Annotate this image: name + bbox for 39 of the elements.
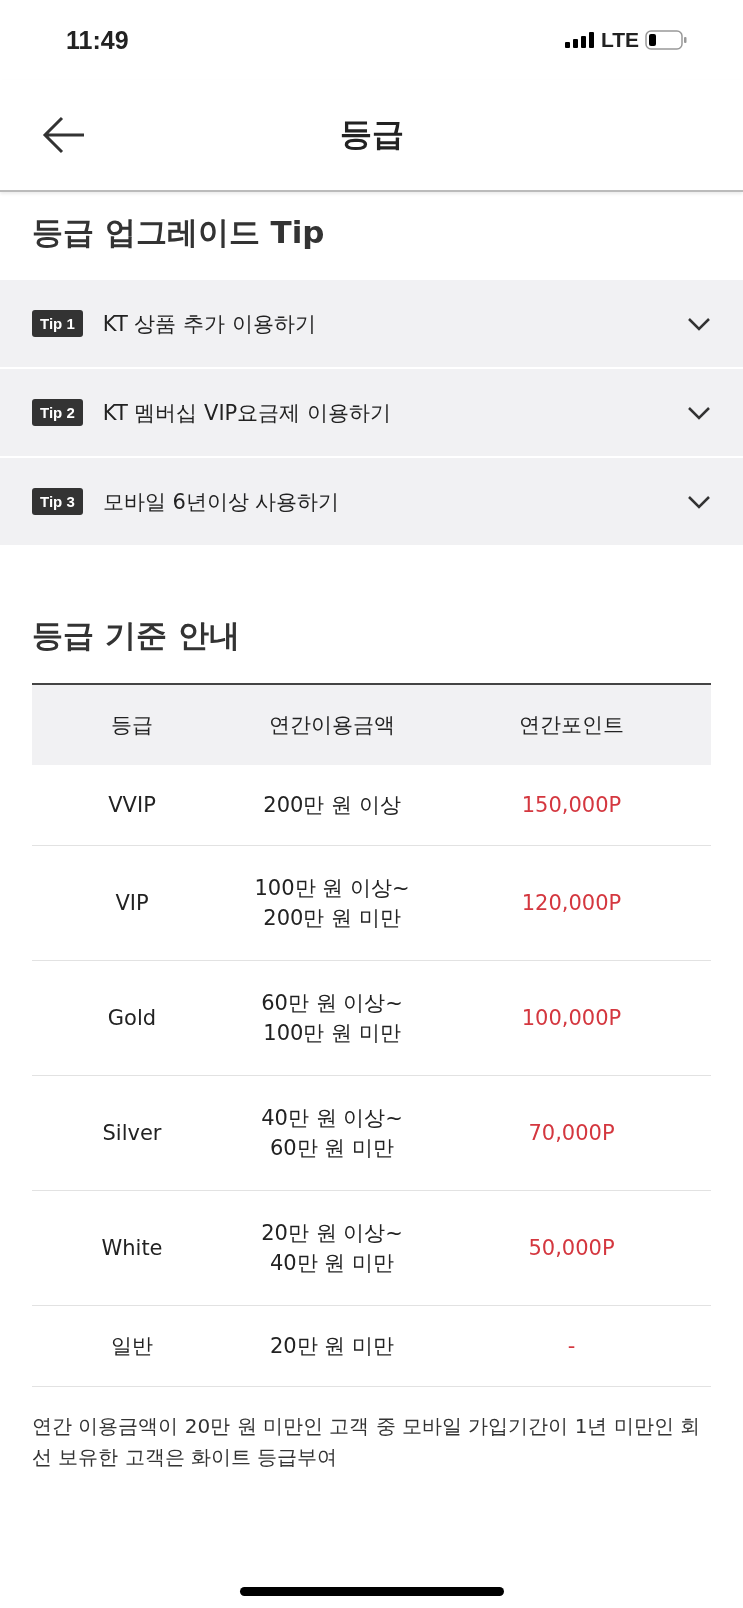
table-cell-text: Silver bbox=[101, 1121, 163, 1145]
table-cell-text: 100,000P bbox=[520, 1006, 623, 1030]
table-cell-text: 200만 원 이상 bbox=[262, 791, 402, 819]
status-time: 11:49 bbox=[66, 25, 129, 55]
table-cell-text: 일반 bbox=[110, 1333, 154, 1360]
table-cell-text: 20만 원 미만 bbox=[268, 1332, 396, 1360]
table-cell-text: 100만 원 이상~ 200만 원 미만 bbox=[253, 874, 411, 932]
tip-label: KT 멤버십 VIP요금제 이용하기 bbox=[102, 399, 392, 427]
table-cell-text: 40만 원 이상~ 60만 원 미만 bbox=[260, 1104, 404, 1162]
page-title: 등급 bbox=[339, 114, 404, 155]
table-cell-text: 60만 원 이상~ 100만 원 미만 bbox=[260, 989, 404, 1047]
table-cell-text: VIP bbox=[114, 891, 150, 915]
tip-row[interactable]: Tip 2 KT 멤버십 VIP요금제 이용하기 bbox=[0, 369, 743, 456]
table-cell-text: 50,000P bbox=[527, 1236, 616, 1260]
tip-badge: Tip 1 bbox=[32, 310, 83, 337]
footnote: 연간 이용금액이 20만 원 미만인 고객 중 모바일 가입기간이 1년 미만인 회선 보유한 고객은 화이트 등급부여 bbox=[32, 1413, 702, 1471]
table-cell-text: 120,000P bbox=[520, 891, 623, 915]
table-cell-text: White bbox=[100, 1236, 164, 1260]
tip-row[interactable]: Tip 1 KT 상품 추가 이용하기 bbox=[0, 280, 743, 367]
table-cell-text: VVIP bbox=[107, 793, 157, 817]
tip-row[interactable]: Tip 3 모바일 6년이상 사용하기 bbox=[0, 458, 743, 545]
tip-badge: Tip 2 bbox=[32, 399, 83, 426]
column-header: 연간이용금액 bbox=[268, 712, 396, 739]
tip-label: KT 상품 추가 이용하기 bbox=[102, 310, 317, 338]
table-cell-text: Gold bbox=[106, 1006, 158, 1030]
table-cell-text: 150,000P bbox=[520, 793, 623, 817]
section-title: 등급 기준 안내 bbox=[31, 616, 241, 655]
section-title: 등급 업그레이드 Tip bbox=[31, 213, 326, 252]
column-header: 연간포인트 bbox=[518, 712, 625, 739]
table-cell-text: 20만 원 이상~ 40만 원 미만 bbox=[260, 1219, 404, 1277]
table-cell-text: - bbox=[566, 1334, 577, 1358]
back-icon[interactable] bbox=[42, 115, 86, 155]
tip-badge: Tip 3 bbox=[32, 488, 83, 515]
tip-label: 모바일 6년이상 사용하기 bbox=[102, 488, 341, 516]
battery-icon bbox=[645, 30, 687, 50]
signal-icon bbox=[564, 32, 595, 48]
column-header: 등급 bbox=[110, 712, 154, 739]
table-cell-text: 70,000P bbox=[527, 1121, 616, 1145]
network-label: LTE bbox=[600, 28, 639, 52]
